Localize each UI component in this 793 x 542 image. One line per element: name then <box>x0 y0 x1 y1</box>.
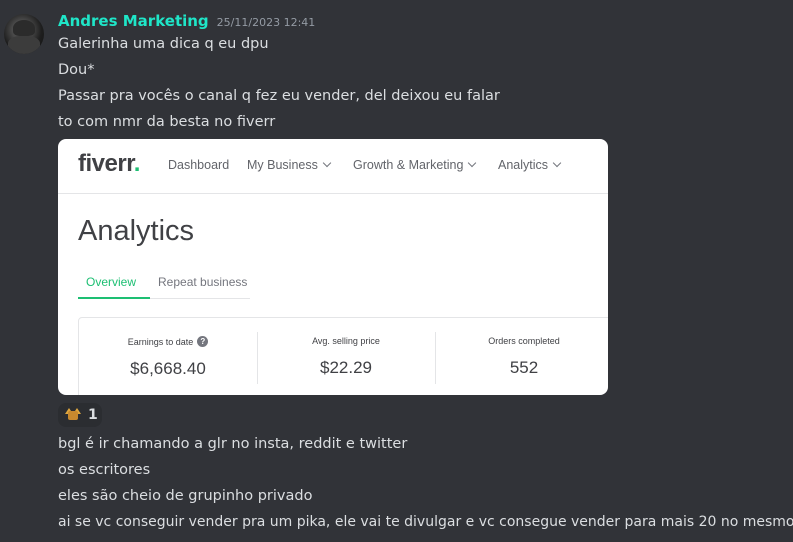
reaction-count: 1 <box>88 407 98 423</box>
stat-value: 552 <box>509 358 539 377</box>
fiverr-logo: fiverr. <box>78 150 140 177</box>
avatar[interactable] <box>4 14 44 54</box>
stats-card: Earnings to date? $6,668.40 Avg. selling… <box>78 317 608 395</box>
fiverr-navbar: fiverr. Dashboard My Business Growth & M… <box>58 139 608 194</box>
message-line: Galerinha uma dica q eu dpu <box>58 36 269 52</box>
stat-value: $6,668.40 <box>130 359 206 378</box>
stat-orders: Orders completed 552 <box>435 336 608 378</box>
message-header: Andres Marketing 25/11/2023 12:41 <box>58 12 315 32</box>
fire-demon-emoji-icon <box>65 408 81 422</box>
nav-dashboard: Dashboard <box>168 158 230 172</box>
message-line: Dou* <box>58 62 95 78</box>
timestamp[interactable]: 25/11/2023 12:41 <box>217 16 316 29</box>
chevron-down-icon <box>322 158 332 168</box>
analytics-tabs: Overview Repeat business <box>78 269 250 299</box>
nav-analytics: Analytics <box>498 158 562 172</box>
stat-avg-price: Avg. selling price $22.29 <box>257 336 435 378</box>
username[interactable]: Andres Marketing <box>58 12 209 30</box>
chevron-down-icon <box>552 158 562 168</box>
nav-my-business: My Business <box>247 158 332 172</box>
stat-label: Avg. selling price <box>312 336 380 346</box>
message-line: bgl é ir chamando a glr no insta, reddit… <box>58 436 408 452</box>
message-line: Passar pra vocês o canal q fez eu vender… <box>58 88 500 104</box>
image-attachment[interactable]: fiverr. Dashboard My Business Growth & M… <box>58 139 608 395</box>
chevron-down-icon <box>468 158 477 168</box>
message-line: to com nmr da besta no fiverr <box>58 114 276 130</box>
analytics-title: Analytics <box>78 215 195 247</box>
message-line: ai se vc conseguir vender pra um pika, e… <box>58 514 793 530</box>
stat-label: Earnings to date <box>127 336 194 347</box>
stat-label: Orders completed <box>488 336 560 346</box>
active-tab-indicator <box>78 297 150 299</box>
message-line: os escritores <box>58 462 151 478</box>
tab-repeat-business: Repeat business <box>158 275 248 289</box>
message-line: eles são cheio de grupinho privado <box>58 488 313 504</box>
stat-earnings: Earnings to date? $6,668.40 <box>79 336 257 379</box>
nav-growth-marketing: Growth & Marketing <box>353 158 477 172</box>
tab-overview: Overview <box>86 275 137 289</box>
stat-value: $22.29 <box>320 358 372 377</box>
reaction-button[interactable]: 1 <box>58 403 102 427</box>
help-icon: ? <box>197 336 209 347</box>
